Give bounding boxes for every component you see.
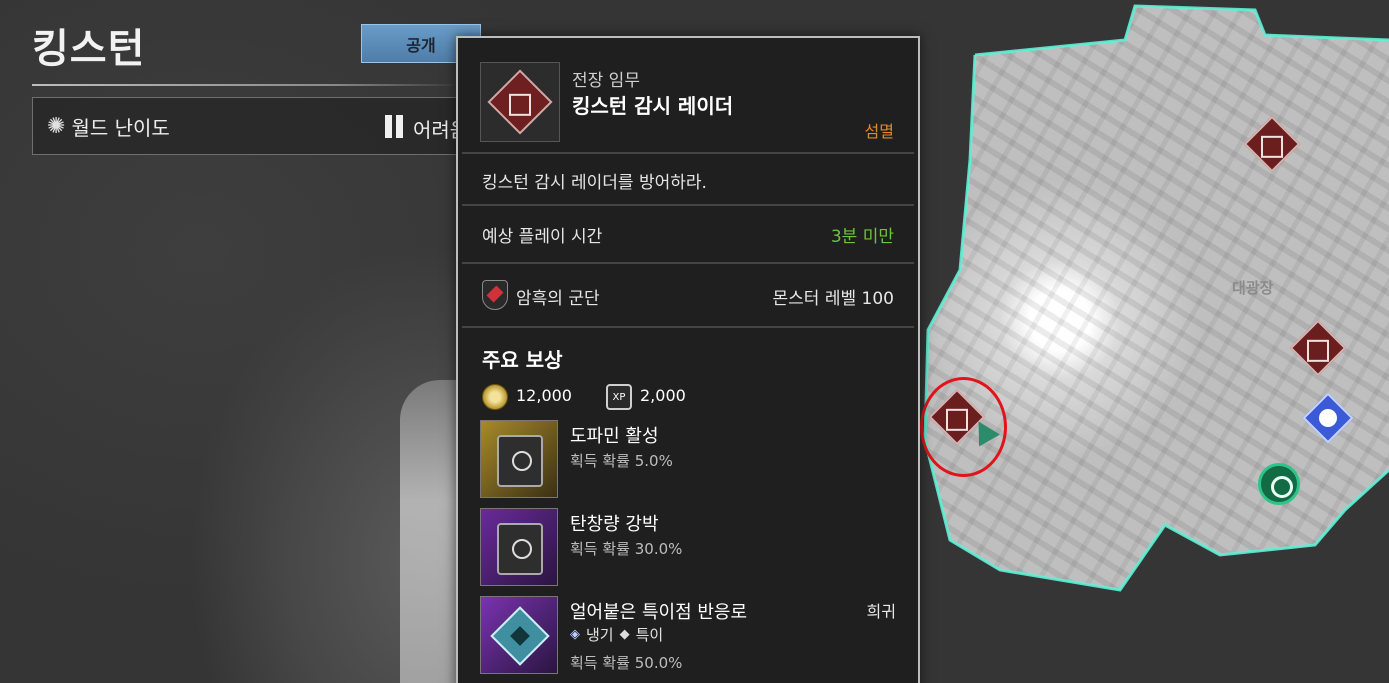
faction-name: 암흑의 군단	[516, 289, 600, 309]
battlefield-mission-icon	[480, 62, 560, 142]
rewards-title: 주요 보상	[482, 348, 563, 372]
xp-reward: 2,000	[640, 386, 686, 405]
cold-element-icon: ◈	[570, 627, 580, 642]
reward-name: 얼어붙은 특이점 반응로	[570, 602, 748, 623]
mission-tooltip: 전장 임무 킹스턴 감시 레이더 섬멸 킹스턴 감시 레이더를 방어하라. 예상…	[456, 36, 920, 683]
reward-drop-rate: 획득 확률 50.0%	[570, 654, 683, 672]
monster-level: 몬스터 레벨 100	[772, 289, 894, 309]
divider	[462, 204, 914, 206]
reward-name: 도파민 활성	[570, 426, 659, 447]
reward-drop-rate: 획득 확률 5.0%	[570, 452, 673, 470]
mission-description: 킹스턴 감시 레이더를 방어하라.	[482, 173, 707, 193]
reward-drop-rate: 획득 확률 30.0%	[570, 540, 683, 558]
playtime-value: 3분 미만	[830, 227, 894, 247]
divider	[462, 262, 914, 264]
divider	[462, 152, 914, 154]
reward-item[interactable]: 도파민 활성 획득 확률 5.0%	[480, 420, 910, 500]
title-divider	[32, 84, 462, 86]
attribute-cold: 냉기	[586, 626, 614, 644]
xp-icon: XP	[606, 384, 632, 410]
map-area-label: 대광장	[1232, 279, 1274, 297]
portal-marker-icon[interactable]	[1258, 463, 1300, 505]
page-title: 킹스턴	[32, 26, 146, 72]
reward-rarity: 희귀	[866, 602, 896, 621]
faction-icon	[482, 280, 508, 310]
mission-name: 킹스턴 감시 레이더	[572, 94, 734, 118]
reactor-icon	[480, 596, 558, 674]
singular-attribute-icon: ◆	[619, 627, 630, 642]
reward-attributes: ◈ 냉기 ◆ 특이	[570, 624, 663, 645]
globe-icon: ✺	[47, 113, 66, 139]
mission-type: 전장 임무	[572, 71, 640, 91]
divider	[462, 326, 914, 328]
mission-objective-tag: 섬멸	[864, 122, 894, 141]
reward-item[interactable]: 얼어붙은 특이점 반응로 희귀 ◈ 냉기 ◆ 특이 획득 확률 50.0%	[480, 596, 910, 676]
difficulty-bars-icon	[385, 115, 403, 138]
world-difficulty-panel[interactable]: ✺ 월드 난이도 어려움	[32, 97, 472, 155]
module-card-icon	[480, 420, 558, 498]
gold-coin-icon	[482, 384, 508, 410]
attribute-singular: 특이	[635, 626, 664, 644]
difficulty-label: 월드 난이도	[71, 115, 170, 140]
reward-item[interactable]: 탄창량 강박 획득 확률 30.0%	[480, 508, 910, 588]
module-card-icon	[480, 508, 558, 586]
playtime-label: 예상 플레이 시간	[482, 227, 603, 247]
reward-name: 탄창량 강박	[570, 514, 659, 535]
gold-reward: 12,000	[516, 386, 572, 405]
world-map[interactable]: 대광장	[920, 0, 1389, 683]
